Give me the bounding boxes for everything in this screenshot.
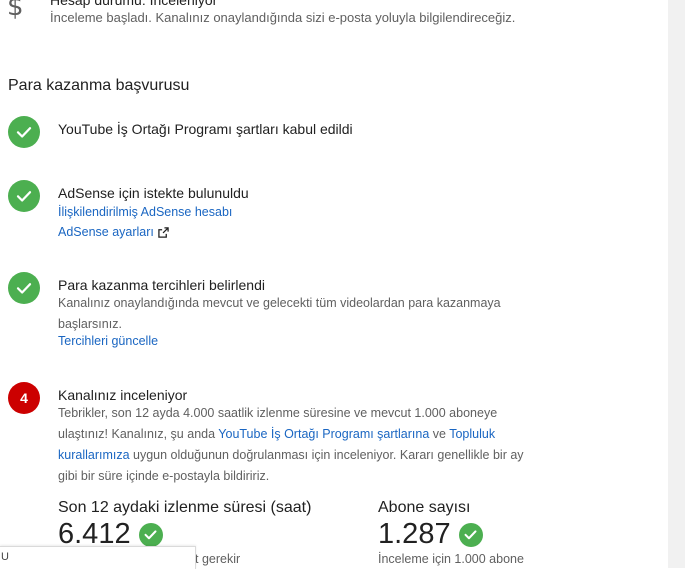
subscribers-label: Abone sayısı bbox=[378, 499, 471, 516]
status-description: İnceleme başladı. Kanalınız onaylandığın… bbox=[50, 10, 516, 25]
monetization-page: $ Hesap durumu: İnceleniyor İnceleme baş… bbox=[0, 0, 668, 569]
check-circle-icon bbox=[138, 522, 163, 547]
step-title: YouTube İş Ortağı Programı şartları kabu… bbox=[58, 121, 353, 137]
linked-adsense-link[interactable]: İlişkilendirilmiş AdSense hesabı bbox=[58, 205, 232, 219]
watch-hours-note: t gerekir bbox=[195, 552, 241, 566]
step-text-line1: Kanalınız onaylandığında mevcut ve gelec… bbox=[58, 296, 501, 310]
overlay-text: U bbox=[1, 551, 9, 563]
subscribers-value: 1.287 bbox=[378, 518, 451, 550]
external-link-icon bbox=[158, 227, 169, 238]
subscribers-note: İnceleme için 1.000 abone bbox=[378, 552, 524, 566]
step-title: AdSense için istekte bulunuldu bbox=[58, 185, 249, 201]
account-status: $ Hesap durumu: İnceleniyor İnceleme baş… bbox=[0, 0, 640, 36]
section-title: Para kazanma başvurusu bbox=[8, 77, 190, 94]
dollar-icon: $ bbox=[7, 0, 24, 22]
status-title: Hesap durumu: İnceleniyor bbox=[50, 0, 218, 8]
step-review-text: Tebrikler, son 12 ayda 4.000 saatlik izl… bbox=[58, 403, 528, 487]
adsense-settings-link[interactable]: AdSense ayarları bbox=[58, 225, 169, 239]
check-circle-icon bbox=[8, 116, 40, 148]
ypp-terms-link[interactable]: YouTube İş Ortağı Programı şartlarına bbox=[218, 427, 429, 441]
update-preferences-link[interactable]: Tercihleri güncelle bbox=[58, 334, 158, 348]
check-circle-icon bbox=[8, 272, 40, 304]
overlay-input-box[interactable]: U bbox=[0, 546, 196, 569]
step-title: Kanalınız inceleniyor bbox=[58, 387, 188, 403]
vertical-scrollbar[interactable] bbox=[668, 0, 685, 568]
check-circle-icon bbox=[458, 522, 483, 547]
adsense-settings-label[interactable]: AdSense ayarları bbox=[58, 225, 154, 239]
watch-hours-label: Son 12 aydaki izlenme süresi (saat) bbox=[58, 499, 312, 516]
step-title: Para kazanma tercihleri belirlendi bbox=[58, 277, 265, 293]
step-text-line2: başlarsınız. bbox=[58, 317, 122, 331]
subscribers-stat: 1.287 bbox=[378, 518, 483, 551]
review-text-part2: ve bbox=[429, 427, 450, 441]
check-circle-icon bbox=[8, 180, 40, 212]
step-number-badge: 4 bbox=[8, 382, 40, 414]
